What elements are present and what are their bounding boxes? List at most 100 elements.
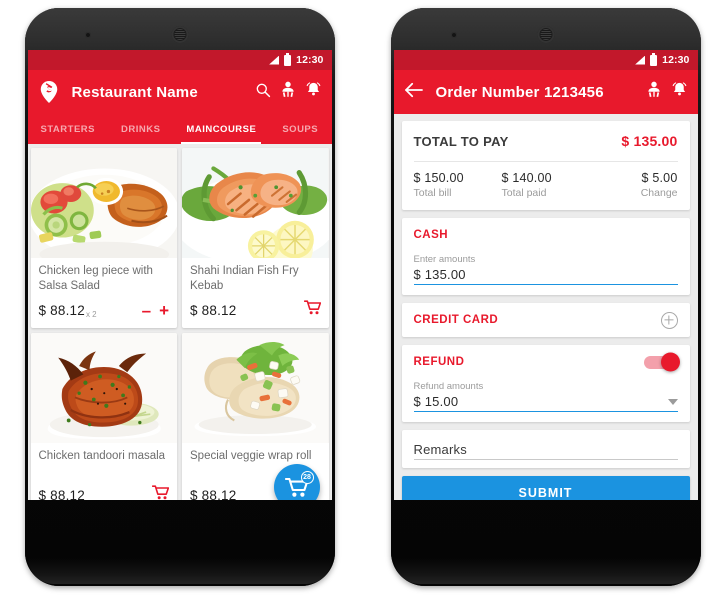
refund-card: REFUND Refund amounts $ 15.00 <box>401 345 690 422</box>
back-arrow-icon[interactable] <box>404 82 424 103</box>
status-bar-time: 12:30 <box>662 54 690 66</box>
refund-amount-value: $ 15.00 <box>413 394 459 409</box>
front-camera-icon <box>84 32 91 38</box>
waiter-call-icon[interactable] <box>647 81 661 103</box>
refund-header: REFUND <box>413 345 680 379</box>
menu-item-card[interactable]: Shahi Indian Fish Fry Kebab $ 88.12 <box>182 148 329 328</box>
chicken-salad-photo <box>30 148 177 258</box>
menu-item-list[interactable]: Chicken leg piece with Salsa Salad $ 88.… <box>27 144 332 501</box>
cart-fab-button[interactable]: 28 <box>273 464 320 500</box>
salmon-photo <box>182 148 329 258</box>
menu-item-body: Shahi Indian Fish Fry Kebab $ 88.12 <box>182 258 329 328</box>
refund-amount-dropdown[interactable]: $ 15.00 <box>413 394 678 412</box>
tandoori-chicken-photo <box>30 333 177 443</box>
add-to-cart-icon[interactable] <box>303 300 321 320</box>
cash-title: CASH <box>413 229 449 241</box>
cash-card: CASH Enter amounts $ 135.00 <box>401 218 690 295</box>
tab-maincourse[interactable]: MAINCOURSE <box>173 114 269 144</box>
summary-total-bill: $ 150.00 Total bill <box>414 171 502 199</box>
credit-card-card: CREDIT CARD <box>401 303 690 337</box>
decrement-button[interactable]: – <box>142 302 151 319</box>
total-to-pay-value: $ 135.00 <box>621 133 678 149</box>
waiter-call-icon[interactable] <box>281 81 295 103</box>
veggie-wrap-photo <box>182 333 329 443</box>
signal-triangle-icon <box>635 55 646 65</box>
credit-card-title: CREDIT CARD <box>413 314 499 326</box>
phone-device-menu: 12:30 Restaurant Name STARTERS DRINKS MA… <box>24 8 335 586</box>
caret-down-icon[interactable] <box>667 399 678 405</box>
menu-item-card[interactable]: Chicken tandoori masala $ 88.12 <box>30 333 178 500</box>
cash-amount-input[interactable]: $ 135.00 <box>413 267 678 285</box>
cash-amount-label: Enter amounts <box>413 254 476 265</box>
menu-item-price: $ 88.12 <box>38 302 85 318</box>
menu-item-name: Shahi Indian Fish Fry Kebab <box>190 265 299 292</box>
menu-item-body: Chicken tandoori masala $ 88.12 <box>31 443 178 500</box>
summary-total-paid: $ 140.00 Total paid <box>502 171 590 199</box>
tab-soups[interactable]: SOUPS <box>269 114 331 144</box>
summary-caption: Total bill <box>413 187 452 199</box>
submit-button[interactable]: SUBMIT <box>401 476 690 500</box>
earpiece-speaker-icon <box>537 26 554 43</box>
menu-grid: Chicken leg piece with Salsa Salad $ 88.… <box>30 148 329 501</box>
notification-bell-icon[interactable] <box>671 81 688 103</box>
category-tab-bar[interactable]: STARTERS DRINKS MAINCOURSE SOUPS <box>27 114 332 144</box>
increment-button[interactable]: + <box>159 302 169 319</box>
plus-circle-icon[interactable] <box>660 311 678 329</box>
menu-item-name: Chicken tandoori masala <box>38 450 166 462</box>
tab-starters[interactable]: STARTERS <box>28 114 109 144</box>
summary-amount: $ 5.00 <box>641 171 678 185</box>
menu-item-price: $ 88.12 <box>190 487 237 501</box>
status-bar-time: 12:30 <box>296 54 324 66</box>
cash-header: CASH <box>414 218 678 252</box>
signal-triangle-icon <box>269 55 280 65</box>
status-bar-menu: 12:30 <box>27 50 332 70</box>
menu-item-price-row: $ 88.12 x 2 – + <box>39 300 170 320</box>
menu-item-card[interactable]: Chicken leg piece with Salsa Salad $ 88.… <box>30 148 178 328</box>
summary-amount: $ 150.00 <box>413 171 464 185</box>
restaurant-name-title: Restaurant Name <box>71 83 198 101</box>
total-card: TOTAL TO PAY $ 135.00 $ 150.00 Total bil… <box>401 121 690 210</box>
menu-item-body: Chicken leg piece with Salsa Salad $ 88.… <box>31 258 178 328</box>
remarks-card: Remarks <box>401 430 690 468</box>
front-camera-icon <box>450 32 457 38</box>
menu-item-quantity: x 2 <box>85 310 97 319</box>
cash-amount-field[interactable]: Enter amounts $ 135.00 <box>413 252 678 295</box>
total-to-pay-row: TOTAL TO PAY $ 135.00 <box>414 121 678 161</box>
remarks-placeholder: Remarks <box>413 442 467 457</box>
phone-device-payment: 12:30 Order Number 1213456 TOTAL TO PAY … <box>390 8 701 586</box>
earpiece-speaker-icon <box>171 26 188 43</box>
menu-screen: 12:30 Restaurant Name STARTERS DRINKS MA… <box>27 50 332 501</box>
mockup-stage: 12:30 Restaurant Name STARTERS DRINKS MA… <box>0 0 725 595</box>
summary-change: $ 5.00 Change <box>590 171 678 199</box>
status-bar-payment: 12:30 <box>393 50 698 70</box>
summary-caption: Total paid <box>501 187 547 199</box>
location-pin-logo-icon[interactable] <box>38 80 60 104</box>
payment-screen: 12:30 Order Number 1213456 TOTAL TO PAY … <box>393 50 698 500</box>
notification-bell-icon[interactable] <box>305 81 322 103</box>
tab-drinks[interactable]: DRINKS <box>108 114 173 144</box>
menu-app-bar: Restaurant Name <box>27 70 332 114</box>
summary-amount: $ 140.00 <box>501 171 552 185</box>
refund-toggle[interactable] <box>643 352 680 372</box>
refund-amount-label: Refund amounts <box>413 381 484 392</box>
refund-amount-field[interactable]: Refund amounts $ 15.00 <box>413 379 678 422</box>
remarks-input[interactable]: Remarks <box>413 442 678 460</box>
add-to-cart-icon[interactable] <box>151 485 170 500</box>
menu-item-price-row: $ 88.12 <box>190 300 321 320</box>
menu-item-price-row: $ 88.12 <box>39 485 170 500</box>
cash-amount-value: $ 135.00 <box>413 267 466 282</box>
refund-title: REFUND <box>413 356 465 368</box>
search-icon[interactable] <box>255 82 271 103</box>
credit-card-header[interactable]: CREDIT CARD <box>414 303 678 337</box>
payment-form[interactable]: TOTAL TO PAY $ 135.00 $ 150.00 Total bil… <box>393 114 698 500</box>
phone-bezel: 12:30 Restaurant Name STARTERS DRINKS MA… <box>24 8 335 586</box>
summary-caption: Change <box>640 187 678 199</box>
payment-app-bar: Order Number 1213456 <box>393 70 698 114</box>
cart-badge-count: 28 <box>300 471 314 484</box>
phone-bezel: 12:30 Order Number 1213456 TOTAL TO PAY … <box>390 8 701 586</box>
total-to-pay-label: TOTAL TO PAY <box>413 133 509 149</box>
battery-icon <box>650 52 658 66</box>
menu-item-price: $ 88.12 <box>190 302 237 318</box>
order-number-title: Order Number 1213456 <box>435 83 604 101</box>
menu-item-price: $ 88.12 <box>38 487 85 501</box>
